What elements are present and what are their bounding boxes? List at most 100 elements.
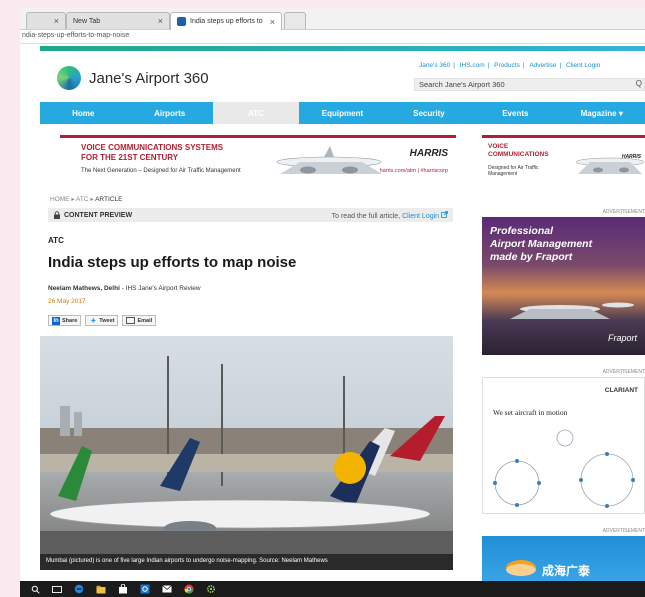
banner-headline: VOICE COMMUNICATIONS SYSTEMS FOR THE 21S… [81, 143, 223, 163]
browser-tab[interactable]: × [26, 12, 66, 29]
banner-subtitle: The Next Generation – Designed for Air T… [81, 168, 241, 174]
advertisement-label: ADVERTISEMENT [602, 209, 645, 215]
chevron-right-icon: ▸ [71, 196, 75, 203]
banner-headline-line1: VOICE COMMUNICATIONS SYSTEMS [81, 143, 224, 152]
site-logo[interactable]: Jane's Airport 360 [57, 66, 209, 90]
snowflake-aircraft-icon [493, 429, 635, 508]
content-preview-bar: CONTENT PREVIEW To read the full article… [48, 208, 453, 222]
search-input[interactable]: Search Jane's Airport 360 Q [414, 78, 645, 91]
article-photo: Mumbai (pictured) is one of five large I… [40, 336, 453, 570]
new-tab-button[interactable] [284, 12, 306, 29]
share-label: Share [62, 317, 78, 324]
logo-icon [506, 560, 536, 576]
tab-label: India steps up efforts to [190, 18, 263, 25]
file-explorer-icon[interactable] [96, 584, 106, 594]
fraport-ad-text: Professional Airport Management made by … [490, 225, 592, 264]
article-section: ATC [48, 236, 64, 245]
sidebar-ad-headline-1: VOICE [488, 143, 509, 150]
nav-atc[interactable]: ATC [212, 102, 300, 124]
photo-caption: Mumbai (pictured) is one of five large I… [40, 554, 453, 570]
harris-logo: HARRIS [409, 148, 448, 159]
sidebar-clariant-ad[interactable]: CLARIANT We set aircraft in motion [482, 377, 645, 514]
browser-tab-new-tab[interactable]: New Tab × [66, 12, 170, 29]
email-share-button[interactable]: Email [122, 315, 157, 326]
browser-tab-article[interactable]: India steps up efforts to × [170, 12, 282, 30]
logo-icon [57, 66, 81, 90]
advertisement-label: ADVERTISEMENT [602, 369, 645, 375]
breadcrumb-current: ARTICLE [95, 196, 123, 203]
nav-home[interactable]: Home [40, 102, 126, 124]
clariant-logo: CLARIANT [604, 387, 638, 394]
top-accent-bar [40, 46, 645, 51]
sidebar-harris-ad[interactable]: VOICE COMMUNICATIONS Designed for Air Tr… [482, 135, 645, 181]
search-placeholder: Search Jane's Airport 360 [419, 80, 505, 89]
twitter-icon: ✦ [90, 317, 97, 325]
link-client-login[interactable]: Client Login [566, 62, 600, 69]
favicon-icon [177, 17, 186, 26]
edge-icon[interactable] [74, 584, 84, 594]
nav-events[interactable]: Events [472, 102, 558, 124]
fraport-ad-line3: made by Fraport [490, 251, 573, 263]
article-date: 26 May 2017 [48, 298, 86, 305]
article-author[interactable]: Neelam Mathews, Delhi [48, 285, 120, 292]
breadcrumb-atc[interactable]: ATC [76, 196, 89, 203]
sidebar-chinese-ad[interactable]: 成海广泰 [482, 536, 645, 581]
linkedin-share-button[interactable]: in Share [48, 315, 82, 326]
share-buttons: in Share ✦ Tweet Email [48, 315, 157, 326]
preview-message: To read the full article, Client Login [331, 210, 448, 220]
outlook-icon[interactable] [140, 584, 150, 594]
store-icon[interactable] [118, 584, 128, 594]
chevron-right-icon: ▸ [90, 196, 94, 203]
airplane-icon [276, 146, 382, 174]
article-title: India steps up efforts to map noise [48, 254, 297, 271]
search-icon[interactable]: Q [636, 79, 642, 88]
task-view-icon[interactable] [52, 584, 62, 594]
nav-equipment[interactable]: Equipment [299, 102, 385, 124]
nav-security[interactable]: Security [386, 102, 472, 124]
close-icon[interactable]: × [158, 16, 163, 26]
fraport-logo: Fraport [607, 333, 637, 343]
fraport-ad-line1: Professional [490, 225, 554, 237]
sidebar-ad-subtitle: Designed for Air Traffic Management [488, 165, 539, 177]
link-products[interactable]: Products [494, 62, 520, 69]
banner-url[interactable]: harris.com/atm | #harriscorp [380, 168, 448, 174]
sidebar-ad-headline: VOICE COMMUNICATIONS [488, 143, 549, 159]
airplane-icon [575, 157, 645, 174]
utility-links: Jane's 360 | IHS.com | Products | Advertise… [419, 62, 601, 69]
nav-airports[interactable]: Airports [126, 102, 212, 124]
fraport-ad-line2: Airport Management [490, 238, 593, 250]
advertisement-label: ADVERTISEMENT [602, 528, 645, 534]
banner-ad[interactable]: VOICE COMMUNICATIONS SYSTEMS FOR THE 21S… [60, 135, 456, 181]
airport-photo-illustration [40, 356, 453, 570]
nav-magazine[interactable]: Magazine ▾ [559, 102, 645, 124]
close-icon[interactable]: × [270, 17, 275, 27]
preview-message-text: To read the full article, [331, 212, 401, 220]
link-janes-360[interactable]: Jane's 360 [419, 62, 450, 69]
sidebar-fraport-ad[interactable]: Professional Airport Management made by … [482, 217, 645, 355]
email-label: Email [137, 317, 153, 324]
link-ihs[interactable]: IHS.com [460, 62, 485, 69]
article-byline: Neelam Mathews, Delhi - IHS Jane's Airpo… [48, 285, 201, 292]
settings-icon[interactable] [206, 584, 216, 594]
tab-label: New Tab [73, 17, 101, 25]
windows-taskbar [20, 581, 645, 597]
client-login-link[interactable]: Client Login [402, 213, 439, 220]
content-preview-label: CONTENT PREVIEW [64, 211, 133, 219]
page-viewport: Jane's Airport 360 Jane's 360 | IHS.com | … [20, 44, 645, 581]
twitter-share-button[interactable]: ✦ Tweet [85, 315, 119, 326]
sidebar-ad-sub-2: Management [488, 171, 518, 177]
logo-text: Jane's Airport 360 [89, 69, 209, 87]
external-link-icon[interactable] [441, 210, 448, 218]
mail-icon[interactable] [162, 584, 172, 594]
close-icon[interactable]: × [54, 16, 59, 26]
chrome-icon[interactable] [184, 584, 194, 594]
sidebar-ad-headline-2: COMMUNICATIONS [488, 151, 549, 158]
address-bar[interactable]: ndia-steps-up-efforts-to-map-noise [20, 30, 645, 44]
search-icon[interactable] [30, 584, 40, 594]
main-nav: Home Airports ATC Equipment Security Eve… [40, 102, 645, 124]
link-advertise[interactable]: Advertise [529, 62, 556, 69]
linkedin-icon: in [52, 316, 60, 325]
clariant-ad-text: We set aircraft in motion [493, 408, 568, 417]
email-icon [126, 317, 136, 324]
breadcrumb-home[interactable]: HOME [50, 196, 70, 203]
